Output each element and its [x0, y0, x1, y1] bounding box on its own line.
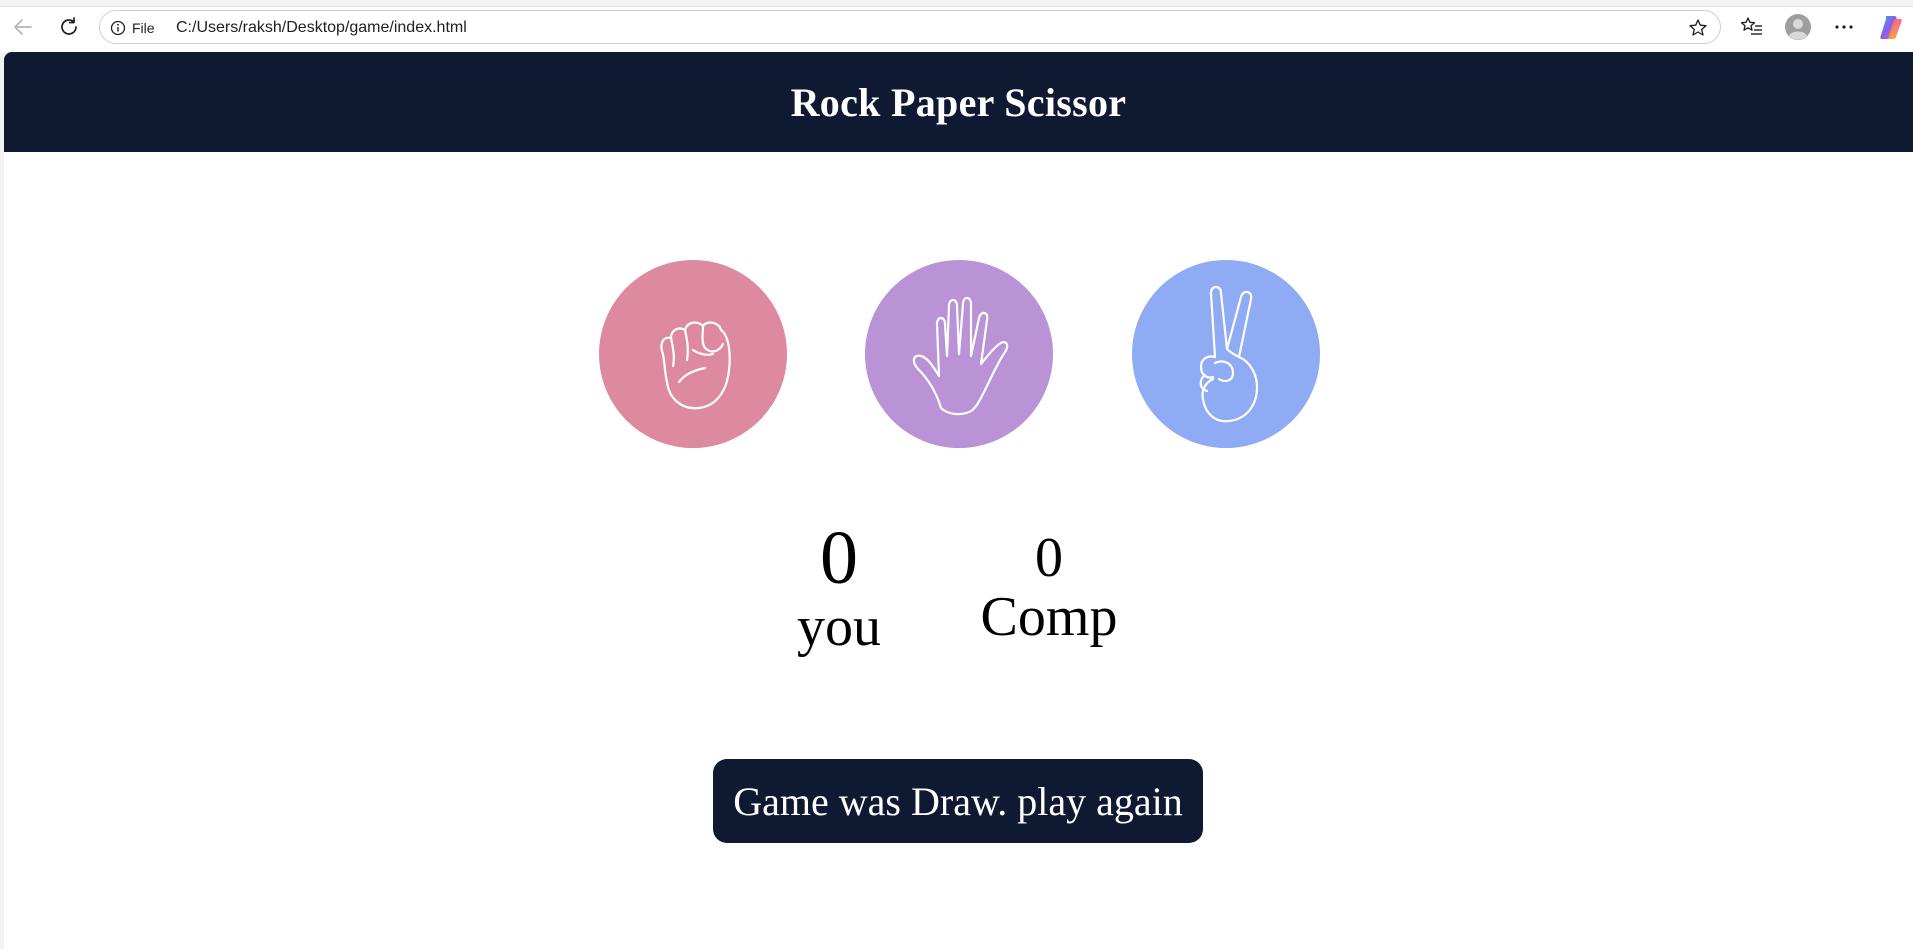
rock-choice[interactable] — [599, 260, 787, 448]
result-message: Game was Draw. play again — [713, 759, 1203, 843]
favorites-list-icon — [1740, 17, 1762, 35]
scissors-choice[interactable] — [1132, 260, 1320, 448]
profile-avatar-icon — [1785, 14, 1811, 40]
page-viewport: Rock Paper Scissor 0 you 0 Comp Game was… — [4, 52, 1913, 949]
user-score: 0 — [820, 516, 858, 600]
url-text[interactable]: C:/Users/raksh/Desktop/game/index.html — [176, 18, 467, 38]
open-hand-icon — [912, 296, 1009, 416]
profile-button[interactable] — [1784, 12, 1812, 42]
page-title: Rock Paper Scissor — [790, 79, 1127, 125]
page-header: Rock Paper Scissor — [4, 52, 1913, 152]
result-message-text: Game was Draw. play again — [733, 778, 1183, 824]
copilot-button[interactable] — [1877, 12, 1905, 42]
choices-row — [4, 260, 1913, 448]
tab-strip — [0, 0, 1913, 7]
back-arrow-icon — [14, 19, 32, 35]
comp-score-block: 0 Comp — [964, 528, 1134, 648]
paper-choice[interactable] — [865, 260, 1053, 448]
settings-more-button[interactable] — [1832, 12, 1856, 42]
more-dots-icon — [1835, 25, 1853, 29]
peace-hand-icon — [1199, 285, 1259, 423]
copilot-icon — [1880, 16, 1902, 39]
site-info-button[interactable]: File — [110, 18, 155, 38]
favorites-button[interactable] — [1740, 12, 1764, 42]
comp-score: 0 — [1035, 527, 1063, 589]
comp-score-label: Comp — [980, 586, 1118, 648]
browser-toolbar: File C:/Users/raksh/Desktop/game/index.h… — [0, 0, 1913, 52]
site-info-label: File — [132, 20, 155, 36]
back-button[interactable] — [8, 12, 38, 42]
user-score-block: 0 you — [774, 518, 904, 658]
fist-icon — [660, 321, 731, 410]
add-favorite-star-icon[interactable] — [1688, 18, 1708, 38]
user-score-label: you — [797, 596, 881, 658]
reload-button[interactable] — [54, 12, 84, 42]
reload-icon — [61, 17, 77, 35]
info-icon — [110, 20, 126, 36]
address-bar[interactable]: File C:/Users/raksh/Desktop/game/index.h… — [99, 10, 1721, 44]
